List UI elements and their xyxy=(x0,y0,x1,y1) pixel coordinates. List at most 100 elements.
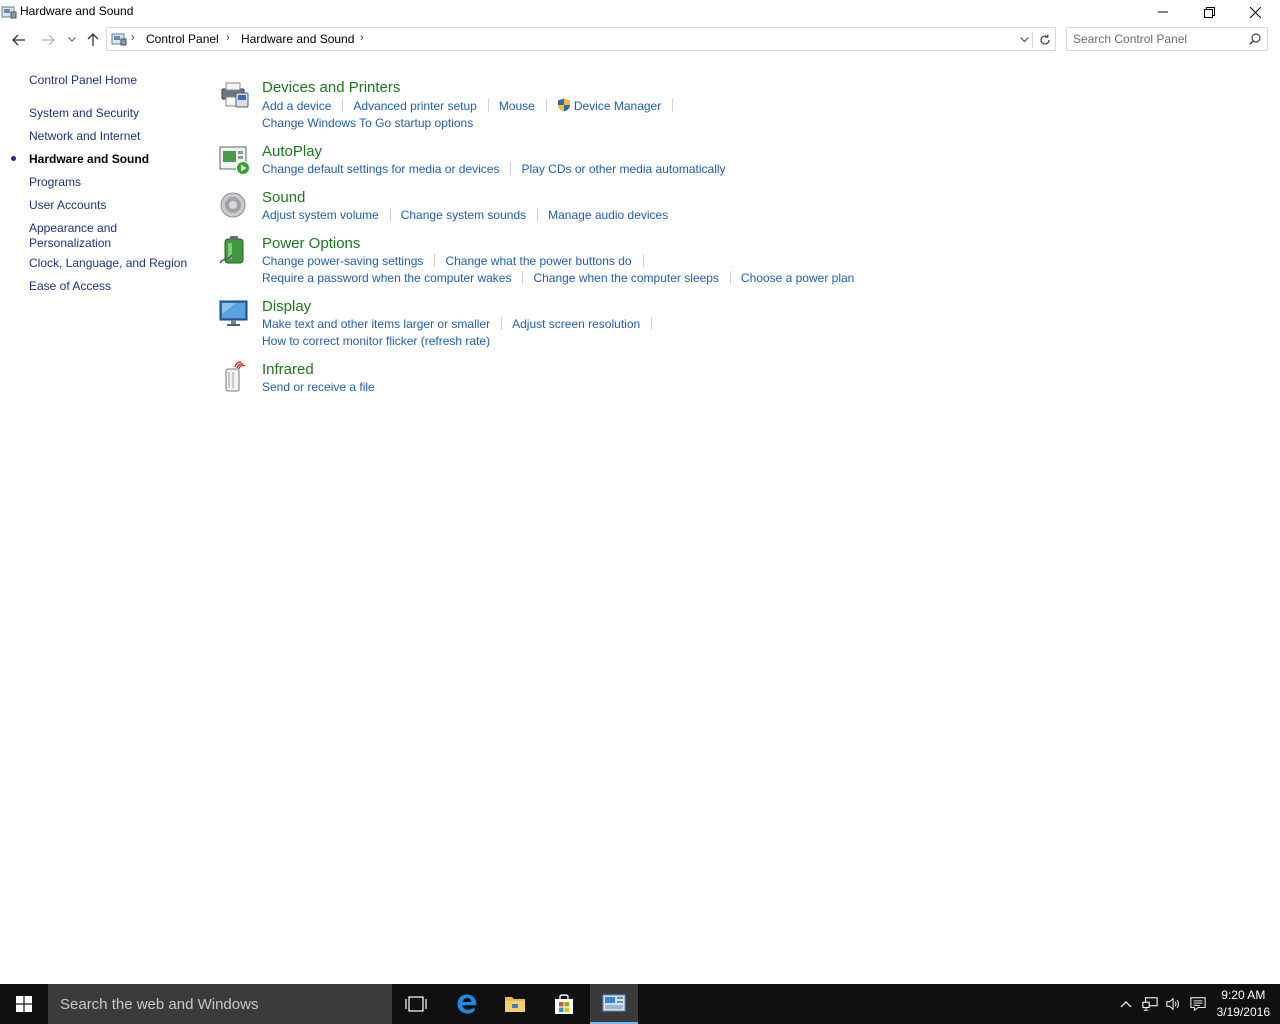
task-link[interactable]: Adjust screen resolution xyxy=(512,317,640,331)
task-link[interactable]: Device Manager xyxy=(574,99,661,113)
sidebar-item-ease-of-access[interactable]: Ease of Access xyxy=(29,279,111,294)
task-view-icon xyxy=(405,996,427,1012)
store-icon xyxy=(555,994,573,1014)
folder-icon xyxy=(505,997,525,1012)
sidebar-item-appearance-and-personalization[interactable]: Appearance and xyxy=(29,221,117,236)
refresh-button[interactable] xyxy=(1032,32,1051,48)
control-panel-taskbar-button[interactable] xyxy=(590,984,638,1024)
task-row: Send or receive a file xyxy=(262,380,375,394)
task-link[interactable]: Require a password when the computer wak… xyxy=(262,271,511,285)
control-panel-icon xyxy=(1,4,17,20)
system-clock[interactable]: 9:20 AM 3/19/2016 xyxy=(1217,987,1270,1021)
divider xyxy=(672,99,674,112)
task-link[interactable]: Change default settings for media or dev… xyxy=(262,162,499,176)
start-button[interactable] xyxy=(0,984,48,1024)
infrared-icon[interactable] xyxy=(218,361,250,393)
windows-logo-icon xyxy=(16,996,32,1012)
speaker-icon[interactable] xyxy=(218,189,250,221)
clock-date: 3/19/2016 xyxy=(1216,1005,1270,1019)
task-row: Require a password when the computer wak… xyxy=(262,271,854,285)
divider xyxy=(522,271,524,284)
control-panel-icon xyxy=(602,994,626,1012)
task-link[interactable]: Change system sounds xyxy=(401,208,526,222)
minimize-button[interactable] xyxy=(1140,0,1186,24)
show-hidden-icons-chevron-icon[interactable] xyxy=(1118,996,1134,1012)
task-row: Adjust system volume Change system sounds… xyxy=(262,208,668,222)
task-link[interactable]: Change when the computer sleeps xyxy=(533,271,718,285)
monitor-icon[interactable] xyxy=(218,298,250,330)
divider xyxy=(342,99,344,112)
search-box[interactable] xyxy=(1066,27,1268,51)
title-bar: Hardware and Sound xyxy=(0,0,1280,24)
address-bar[interactable]: › Control Panel › Hardware and Sound › xyxy=(106,27,1056,51)
sidebar-item-system-and-security[interactable]: System and Security xyxy=(29,106,139,121)
task-link[interactable]: Change what the power buttons do xyxy=(445,254,631,268)
category-heading[interactable]: Devices and Printers xyxy=(262,79,400,96)
printer-icon[interactable] xyxy=(218,79,250,111)
file-explorer-button[interactable] xyxy=(491,984,539,1024)
restore-button[interactable] xyxy=(1186,0,1232,24)
breadcrumb-separator-icon[interactable]: › xyxy=(226,32,230,44)
task-link[interactable]: Change Windows To Go startup options xyxy=(262,116,473,130)
sidebar-item-user-accounts[interactable]: User Accounts xyxy=(29,198,106,213)
close-button[interactable] xyxy=(1232,0,1278,24)
task-link[interactable]: Manage audio devices xyxy=(548,208,668,222)
taskbar-search-placeholder: Search the web and Windows xyxy=(60,996,259,1013)
task-row: Change Windows To Go startup options xyxy=(262,116,473,130)
control-panel-home-link[interactable]: Control Panel Home xyxy=(29,73,137,88)
task-link[interactable]: How to correct monitor flicker (refresh … xyxy=(262,334,490,348)
task-row: Change default settings for media or dev… xyxy=(262,162,726,176)
recent-locations-chevron-icon[interactable] xyxy=(64,32,80,48)
window-title: Hardware and Sound xyxy=(20,4,134,18)
divider xyxy=(651,317,653,330)
divider xyxy=(537,208,539,221)
search-input[interactable] xyxy=(1073,31,1243,47)
taskbar-search-box[interactable]: Search the web and Windows xyxy=(48,984,392,1024)
divider xyxy=(501,317,503,330)
uac-shield-icon xyxy=(557,98,571,115)
search-icon[interactable] xyxy=(1249,33,1261,48)
address-history-chevron-icon[interactable] xyxy=(1020,33,1029,47)
volume-icon[interactable] xyxy=(1166,996,1182,1012)
task-link[interactable]: Adjust system volume xyxy=(262,208,379,222)
task-link[interactable]: Mouse xyxy=(499,99,535,113)
current-section-bullet-icon xyxy=(11,156,16,161)
sidebar-item-clock-language-and-region[interactable]: Clock, Language, and Region xyxy=(29,256,187,271)
category-heading[interactable]: Infrared xyxy=(262,361,314,378)
network-icon[interactable] xyxy=(1142,996,1158,1012)
taskbar: Search the web and Windows 9:20 AM 3/19/… xyxy=(0,984,1280,1024)
sidebar-item-network-and-internet[interactable]: Network and Internet xyxy=(29,129,140,144)
task-link[interactable]: Choose a power plan xyxy=(741,271,854,285)
divider xyxy=(545,99,547,112)
edge-browser-button[interactable] xyxy=(443,984,491,1024)
breadcrumb-separator-icon[interactable]: › xyxy=(360,32,364,44)
task-row: How to correct monitor flicker (refresh … xyxy=(262,334,490,348)
task-link[interactable]: Play CDs or other media automatically xyxy=(521,162,725,176)
sidebar-item-hardware-and-sound: Hardware and Sound xyxy=(29,152,150,166)
task-link[interactable]: Add a device xyxy=(262,99,331,113)
category-heading[interactable]: Display xyxy=(262,298,311,315)
category-heading[interactable]: Power Options xyxy=(262,235,360,252)
breadcrumb-separator-icon[interactable]: › xyxy=(131,32,135,44)
sidebar-item-appearance-and-personalization-line2[interactable]: Personalization xyxy=(29,236,111,251)
task-link[interactable]: Advanced printer setup xyxy=(353,99,476,113)
forward-button[interactable] xyxy=(40,32,56,48)
back-button[interactable] xyxy=(11,32,27,48)
autoplay-icon[interactable] xyxy=(218,143,250,175)
task-row: Add a device Advanced printer setup Mouse D… xyxy=(262,98,683,115)
task-link[interactable]: Make text and other items larger or smal… xyxy=(262,317,490,331)
sidebar-item-programs[interactable]: Programs xyxy=(29,175,81,190)
task-row: Make text and other items larger or smal… xyxy=(262,317,662,331)
clock-time: 9:20 AM xyxy=(1221,988,1266,1002)
up-button[interactable] xyxy=(85,32,101,48)
task-view-button[interactable] xyxy=(392,984,440,1024)
task-link[interactable]: Change power-saving settings xyxy=(262,254,423,268)
category-heading[interactable]: AutoPlay xyxy=(262,143,322,160)
action-center-icon[interactable] xyxy=(1190,996,1206,1012)
task-link[interactable]: Send or receive a file xyxy=(262,380,375,394)
category-heading[interactable]: Sound xyxy=(262,189,305,206)
store-button[interactable] xyxy=(540,984,588,1024)
battery-icon[interactable] xyxy=(218,235,250,267)
breadcrumb-control-panel[interactable]: Control Panel xyxy=(146,32,219,46)
breadcrumb-hardware-and-sound[interactable]: Hardware and Sound xyxy=(241,32,354,46)
